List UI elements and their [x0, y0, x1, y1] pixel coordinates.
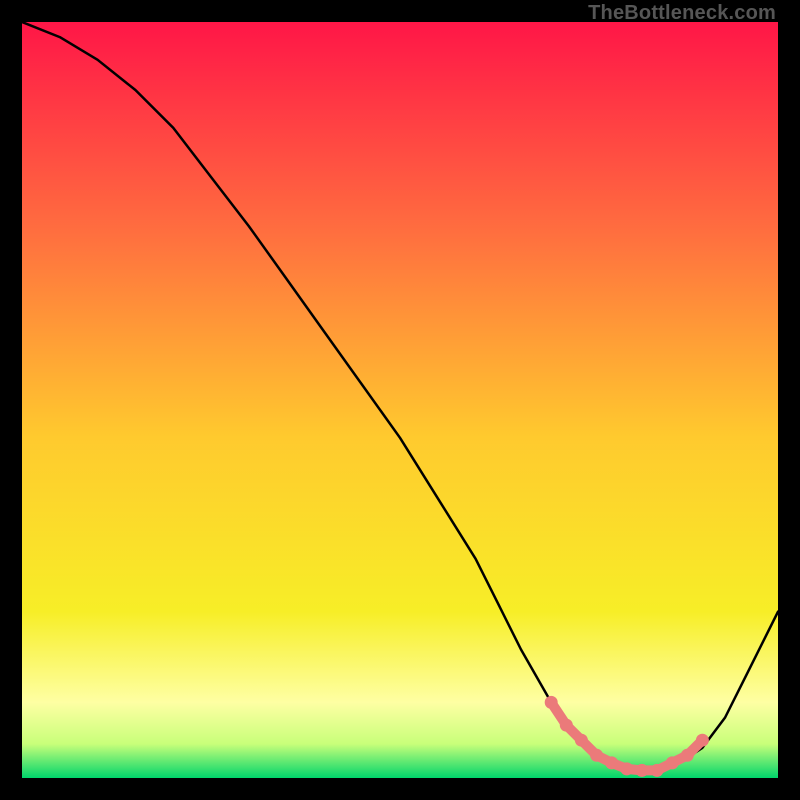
optimal-dot	[575, 734, 588, 747]
chart-frame	[22, 22, 778, 778]
gradient-background	[22, 22, 778, 778]
optimal-dot	[666, 756, 679, 769]
optimal-dot	[696, 734, 709, 747]
optimal-dot	[681, 749, 694, 762]
optimal-dot	[620, 762, 633, 775]
watermark-text: TheBottleneck.com	[588, 2, 776, 25]
optimal-dot	[651, 764, 664, 777]
optimal-dot	[560, 719, 573, 732]
optimal-dot	[545, 696, 558, 709]
optimal-dot	[635, 764, 648, 777]
optimal-dot	[605, 756, 618, 769]
bottleneck-chart	[22, 22, 778, 778]
optimal-dot	[590, 749, 603, 762]
